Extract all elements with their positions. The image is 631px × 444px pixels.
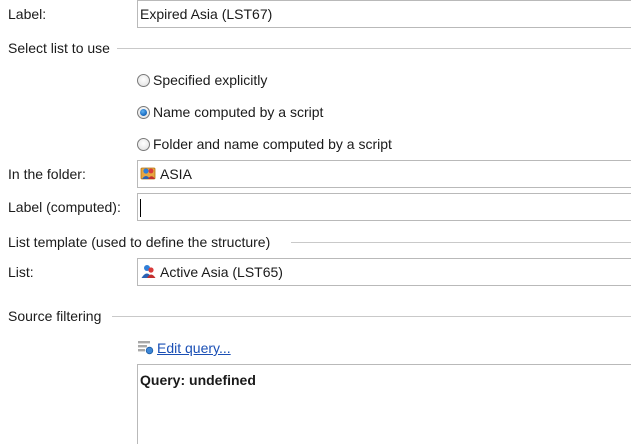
radio-specified-explicitly[interactable]: Specified explicitly [137, 70, 267, 90]
folder-field-label: In the folder: [8, 166, 86, 182]
select-list-group-line [117, 48, 631, 49]
list-input[interactable]: Active Asia (LST65) [137, 258, 631, 286]
text-caret [140, 199, 141, 217]
computed-label-field-label: Label (computed): [8, 199, 121, 215]
label-input[interactable]: Expired Asia (LST67) [137, 0, 631, 28]
radio-folder-and-name-computed[interactable]: Folder and name computed by a script [137, 134, 392, 154]
query-filter-icon [137, 339, 154, 359]
edit-query-link[interactable]: Edit query... [157, 340, 231, 356]
label-field-label: Label: [8, 6, 47, 22]
source-filtering-group-title: Source filtering [8, 308, 102, 324]
query-text: Query: undefined [140, 372, 256, 388]
radio-button-unchecked[interactable] [137, 73, 150, 87]
source-filtering-group-line [112, 316, 631, 317]
list-field-label: List: [8, 264, 34, 280]
radio-label: Specified explicitly [153, 72, 268, 88]
query-display[interactable]: Query: undefined [137, 364, 631, 444]
select-list-group-title: Select list to use [8, 40, 110, 56]
folder-input[interactable]: ASIA [137, 160, 631, 188]
radio-button-checked[interactable] [137, 105, 150, 119]
folder-value: ASIA [160, 166, 192, 182]
list-template-group-title: List template (used to define the struct… [8, 234, 271, 250]
list-people-icon [140, 263, 157, 283]
radio-label: Folder and name computed by a script [153, 136, 392, 152]
radio-label: Name computed by a script [153, 104, 324, 120]
list-template-group-line [291, 242, 631, 243]
radio-name-computed-by-script[interactable]: Name computed by a script [137, 102, 323, 122]
radio-button-unchecked[interactable] [137, 137, 150, 151]
list-value: Active Asia (LST65) [160, 264, 283, 280]
edit-query-link-row[interactable]: Edit query... [137, 339, 231, 359]
folder-people-icon [140, 165, 157, 185]
computed-label-input[interactable] [137, 193, 631, 221]
